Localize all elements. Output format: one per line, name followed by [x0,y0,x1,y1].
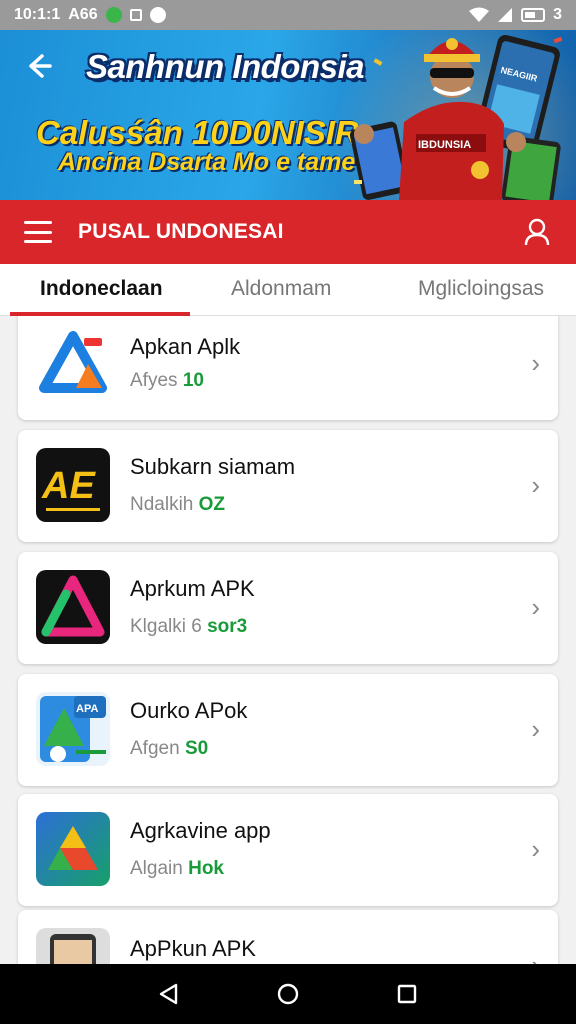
apk-stack-icon: APA [36,692,110,766]
wifi-icon [469,7,490,22]
nav-recents-icon [397,984,416,1004]
account-icon[interactable] [524,218,550,246]
battery-icon [521,8,546,22]
ae-logo-icon: AE [36,448,110,522]
nav-recents-button[interactable] [387,974,427,1014]
app-bar: PUSAL UNDONESAI [0,200,576,264]
list-item[interactable]: Apkan Aplk Afyes 10 › [18,316,558,420]
svg-text:AE: AE [41,465,96,507]
back-arrow-icon [29,54,52,78]
app-bar-title: PUSAL UNDONESAI [78,220,284,243]
app-name: Ourko APok [130,698,248,723]
chevron-right-icon: › [531,592,540,622]
tab-mglicloingsas[interactable]: Mglicloingsas [418,264,544,316]
status-time: 10:1:1 [14,6,61,23]
banner-title: Sanhnun Indonsia [86,48,365,85]
app-list: Apkan Aplk Afyes 10 › AE Subkarn siamam … [0,316,576,964]
tab-indoneclaan[interactable]: Indoneclaan [40,264,163,316]
app-name: Apkan Aplk [130,334,241,359]
list-item[interactable]: Agrkavine app Algain Hok › [18,794,558,906]
tablet-icon [36,928,110,964]
battery-level: 3 [553,6,562,23]
nav-back-button[interactable] [149,974,189,1014]
signal-icon [498,8,513,22]
app-name: ApPkun APK [130,936,256,961]
app-name: Subkarn siamam [130,454,296,479]
system-nav-bar [0,964,576,1024]
app-meta: Ndalkih OZ [130,494,226,515]
list-item[interactable]: Aprkum APK Klgalki 6 sor3 › [18,552,558,664]
hamburger-menu-icon[interactable] [24,221,52,243]
svg-text:APA: APA [76,703,98,715]
app-meta: Afyes 10 [130,370,204,391]
back-button[interactable] [22,50,58,86]
app-name: Agrkavine app [130,818,271,843]
chevron-right-icon: › [531,348,540,378]
promo-banner[interactable]: Sanhnun Indonsia Calusśân 10D0NISIR Anci… [0,30,576,200]
notification-icon [105,7,122,23]
list-item[interactable]: AE Subkarn siamam Ndalkih OZ › [18,430,558,542]
tab-bar: Indoneclaan Aldonmam Mglicloingsas [0,264,576,316]
banner-tagline: Ancina Dsarta Mo e tame [58,148,356,176]
list-item[interactable]: ApPkun APK › [18,910,558,964]
triangle-gradient-icon [36,812,110,886]
list-item[interactable]: APA Ourko APok Afgen S0 › [18,674,558,786]
chevron-right-icon: › [531,834,540,864]
nav-back-icon [160,983,178,1005]
nav-home-button[interactable] [268,974,308,1014]
banner-subtitle: Calusśân 10D0NISIR [36,114,359,151]
chevron-right-icon: › [531,950,540,964]
messenger-icon [149,7,166,23]
nav-home-icon [277,983,299,1005]
triangle-neon-icon [36,570,110,644]
screenshot-icon [129,9,142,21]
chevron-right-icon: › [531,714,540,744]
app-meta: Algain Hok [130,858,225,879]
status-bar: 10:1:1 A66 3 [0,0,576,30]
app-meta: Afgen S0 [130,738,209,759]
app-name: Aprkum APK [130,576,255,601]
mascot-badge-text: IBDUNSIA [418,139,471,151]
status-network: A66 [68,6,98,23]
app-meta: Klgalki 6 sor3 [130,616,248,637]
chevron-right-icon: › [531,470,540,500]
triangle-blue-icon [36,328,110,402]
banner-mascot-illustration: NEAGIIR IBDUNSIA [349,35,563,200]
tab-aldonmam[interactable]: Aldonmam [231,264,331,316]
